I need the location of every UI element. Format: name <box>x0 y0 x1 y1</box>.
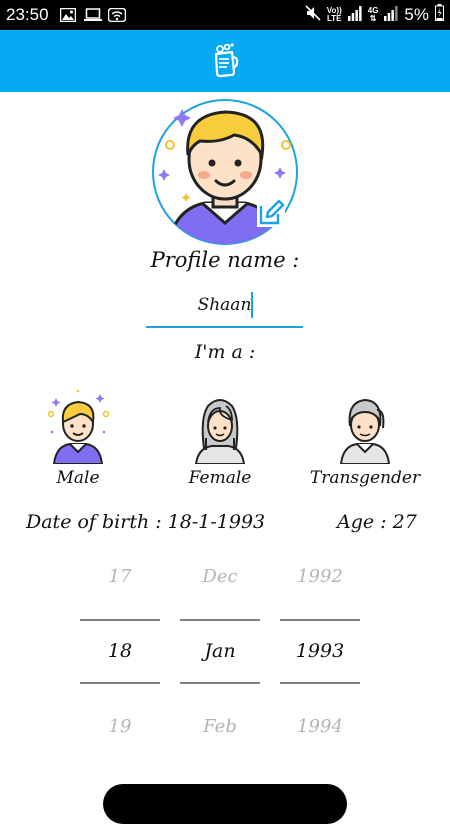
female-avatar-icon <box>188 388 252 465</box>
day-selected[interactable]: 18 <box>80 640 160 662</box>
laptop-notification-icon <box>84 7 102 26</box>
male-avatar-icon <box>46 388 110 465</box>
profile-name-field[interactable] <box>146 288 303 328</box>
status-bar: 23:50 Vo)) LTE 4G ⇅ 5% <box>0 0 450 30</box>
volte-indicator: Vo)) LTE <box>326 6 342 23</box>
date-of-birth-text: Date of birth : 18-1-1993 <box>26 511 266 533</box>
year-below[interactable]: 1994 <box>280 716 360 737</box>
iam-label: I'm a : <box>194 341 256 363</box>
bottom-action-button[interactable] <box>103 784 347 824</box>
battery-percent: 5% <box>404 5 429 24</box>
year-picker[interactable]: 1992 1993 1994 <box>280 560 360 760</box>
battery-icon <box>435 4 444 26</box>
edit-avatar-icon[interactable] <box>256 198 286 232</box>
dob-row: Date of birth : 18-1-1993 Age : 27 <box>0 511 450 541</box>
network-type-indicator: 4G ⇅ <box>367 6 379 23</box>
gender-label-transgender: Transgender <box>309 468 421 488</box>
mute-icon <box>305 4 321 26</box>
picker-divider <box>180 619 260 621</box>
gallery-notification-icon <box>59 7 77 26</box>
text-cursor <box>251 292 253 318</box>
picker-divider <box>180 682 260 684</box>
month-selected[interactable]: Jan <box>180 640 260 662</box>
year-selected[interactable]: 1993 <box>280 640 360 662</box>
picker-divider <box>280 619 360 621</box>
month-below[interactable]: Feb <box>180 716 260 737</box>
picker-divider <box>80 619 160 621</box>
day-picker[interactable]: 17 18 19 <box>80 560 160 760</box>
picker-divider <box>280 682 360 684</box>
day-below[interactable]: 19 <box>80 716 160 737</box>
day-above[interactable]: 17 <box>80 566 160 587</box>
status-time: 23:50 <box>6 5 49 24</box>
gender-label-male: Male <box>56 468 100 488</box>
signal-icon-1 <box>347 5 362 26</box>
transgender-avatar-icon <box>333 388 397 465</box>
year-above[interactable]: 1992 <box>280 566 360 587</box>
month-above[interactable]: Dec <box>180 566 260 587</box>
picker-divider <box>80 682 160 684</box>
age-text: Age : 27 <box>337 511 417 533</box>
gender-label-female: Female <box>188 468 252 488</box>
month-picker[interactable]: Dec Jan Feb <box>180 560 260 760</box>
signal-icon-2 <box>384 5 399 26</box>
profile-name-input[interactable] <box>146 288 303 322</box>
wifi-notification-icon <box>107 7 127 26</box>
app-logo-icon <box>210 42 240 82</box>
profile-name-label: Profile name : <box>150 248 300 272</box>
app-bar <box>0 30 450 92</box>
